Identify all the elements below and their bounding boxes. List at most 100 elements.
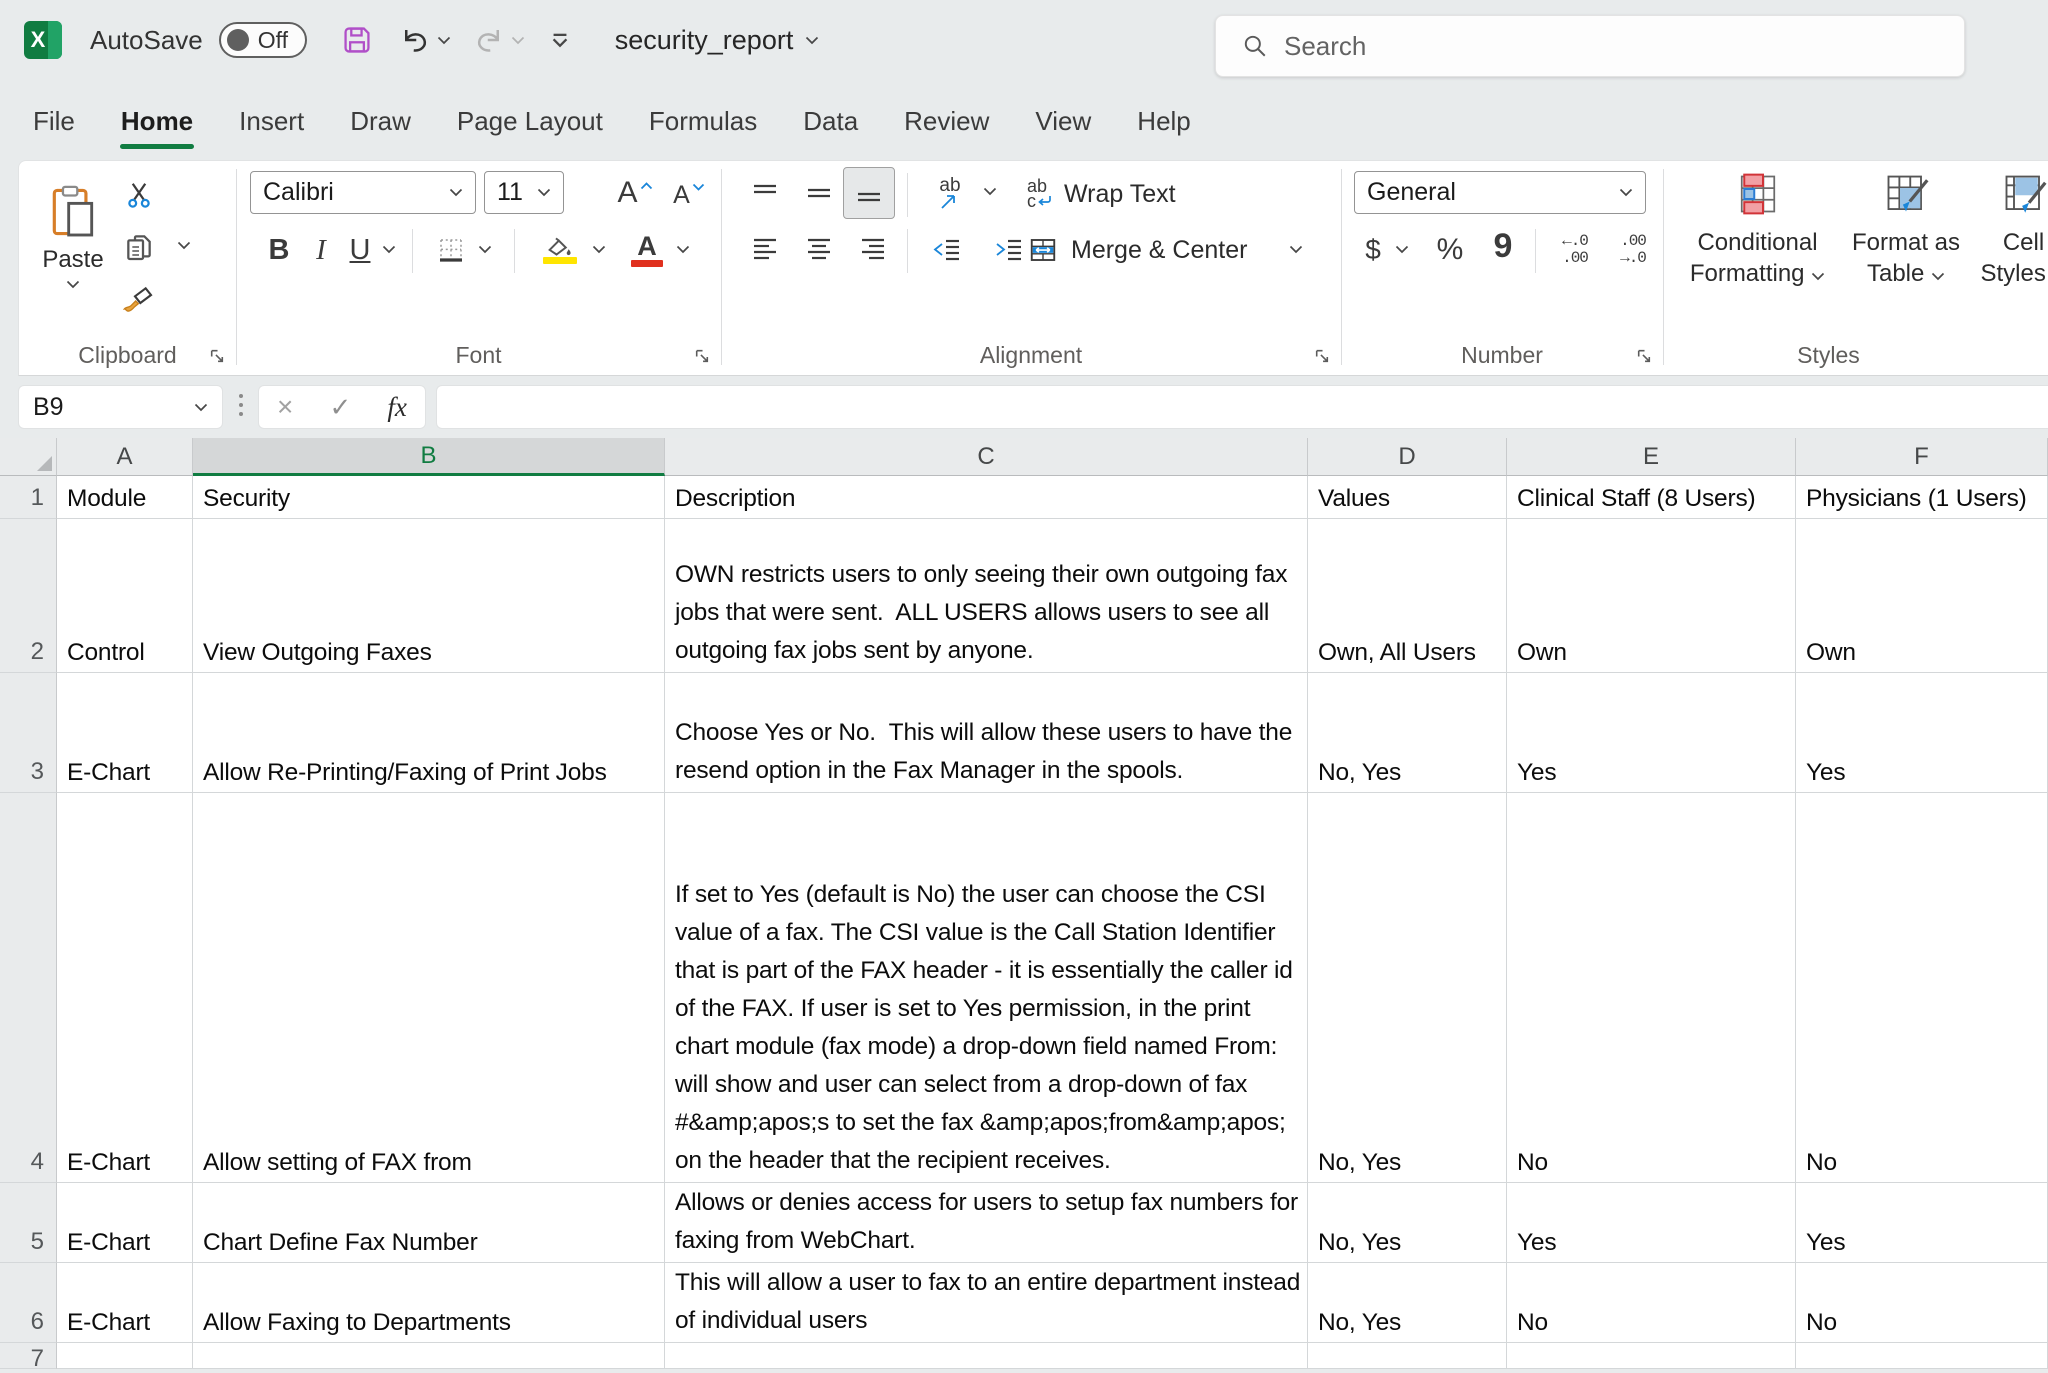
row-header-4[interactable]: 4	[0, 793, 57, 1183]
document-title[interactable]: security_report	[615, 25, 820, 56]
cell-C5[interactable]: Allows or denies access for users to set…	[665, 1183, 1308, 1263]
enter-icon[interactable]: ✓	[330, 392, 352, 423]
save-button[interactable]	[341, 24, 373, 56]
cell-A6[interactable]: E-Chart	[57, 1263, 193, 1343]
shrink-font-button[interactable]: A	[664, 173, 714, 217]
copy-button[interactable]	[117, 225, 161, 269]
fill-color-dropdown-chevron[interactable]	[592, 245, 606, 254]
cell-B6[interactable]: Allow Faxing to Departments	[193, 1263, 665, 1343]
select-all-corner[interactable]	[0, 438, 57, 476]
number-format-select[interactable]: General	[1354, 171, 1646, 214]
row-header-5[interactable]: 5	[0, 1183, 57, 1263]
cell-A2[interactable]: Control	[57, 519, 193, 673]
borders-button[interactable]	[428, 227, 474, 273]
cell-C3[interactable]: Choose Yes or No. This will allow these …	[665, 673, 1308, 793]
borders-dropdown-chevron[interactable]	[478, 245, 492, 254]
format-as-table-button[interactable]: Format as Table	[1841, 169, 1971, 289]
column-header-f[interactable]: F	[1796, 438, 2048, 476]
cell-E3[interactable]: Yes	[1507, 673, 1796, 793]
column-header-b[interactable]: B	[193, 438, 665, 476]
format-painter-button[interactable]	[117, 277, 161, 321]
cell-A3[interactable]: E-Chart	[57, 673, 193, 793]
cell-C4[interactable]: If set to Yes (default is No) the user c…	[665, 793, 1308, 1183]
bold-button[interactable]: B	[258, 227, 300, 273]
cell-E1[interactable]: Clinical Staff (8 Users)	[1507, 476, 1796, 519]
font-size-select[interactable]: 11	[484, 171, 564, 214]
font-color-button[interactable]: A	[624, 225, 670, 273]
cell-E6[interactable]: No	[1507, 1263, 1796, 1343]
merge-center-button[interactable]: Merge & Center	[1027, 227, 1277, 273]
column-header-c[interactable]: C	[665, 438, 1308, 476]
cell-C7[interactable]	[665, 1343, 1308, 1369]
customize-quick-access-button[interactable]	[551, 32, 569, 48]
cell-C6[interactable]: This will allow a user to fax to an enti…	[665, 1263, 1308, 1343]
tab-insert[interactable]: Insert	[216, 89, 327, 153]
copy-dropdown-chevron[interactable]	[177, 241, 191, 250]
bottom-align-button[interactable]	[843, 167, 895, 219]
increase-decimal-button[interactable]: ←.0 .00	[1547, 227, 1603, 273]
cell-D6[interactable]: No, Yes	[1308, 1263, 1507, 1343]
align-right-button[interactable]	[849, 227, 897, 273]
cell-A4[interactable]: E-Chart	[57, 793, 193, 1183]
underline-dropdown-chevron[interactable]	[382, 245, 396, 254]
cell-E7[interactable]	[1507, 1343, 1796, 1369]
tab-home[interactable]: Home	[98, 89, 216, 153]
cell-styles-button[interactable]: Cell Styles	[1971, 169, 2048, 289]
tab-help[interactable]: Help	[1114, 89, 1213, 153]
formula-input[interactable]	[436, 385, 2048, 429]
middle-align-button[interactable]	[795, 171, 843, 217]
column-header-d[interactable]: D	[1308, 438, 1507, 476]
cell-B5[interactable]: Chart Define Fax Number	[193, 1183, 665, 1263]
cell-C2[interactable]: OWN restricts users to only seeing their…	[665, 519, 1308, 673]
font-dialog-launcher[interactable]	[693, 347, 711, 365]
column-header-e[interactable]: E	[1507, 438, 1796, 476]
cancel-icon[interactable]: ×	[277, 391, 293, 423]
column-header-a[interactable]: A	[57, 438, 193, 476]
tab-view[interactable]: View	[1012, 89, 1114, 153]
row-header-2[interactable]: 2	[0, 519, 57, 673]
insert-function-icon[interactable]: fx	[387, 392, 407, 423]
orientation-dropdown-chevron[interactable]	[983, 187, 997, 196]
undo-button[interactable]	[399, 25, 451, 55]
conditional-formatting-button[interactable]: Conditional Formatting	[1680, 169, 1835, 289]
cell-D3[interactable]: No, Yes	[1308, 673, 1507, 793]
cell-D7[interactable]	[1308, 1343, 1507, 1369]
orientation-button[interactable]: ab	[921, 171, 979, 217]
name-box[interactable]: B9	[18, 385, 223, 429]
tab-formulas[interactable]: Formulas	[626, 89, 780, 153]
underline-button[interactable]: U	[340, 227, 380, 273]
cell-A1[interactable]: Module	[57, 476, 193, 519]
cell-F4[interactable]: No	[1796, 793, 2048, 1183]
cell-B1[interactable]: Security	[193, 476, 665, 519]
cell-D2[interactable]: Own, All Users	[1308, 519, 1507, 673]
cell-B4[interactable]: Allow setting of FAX from	[193, 793, 665, 1183]
redo-button[interactable]	[473, 25, 525, 55]
excel-logo-icon[interactable]: X	[24, 21, 62, 59]
font-name-select[interactable]: Calibri	[250, 171, 476, 214]
row-header-3[interactable]: 3	[0, 673, 57, 793]
cell-E5[interactable]: Yes	[1507, 1183, 1796, 1263]
percent-style-button[interactable]: %	[1427, 227, 1473, 273]
tab-data[interactable]: Data	[780, 89, 881, 153]
search-input[interactable]	[1284, 31, 1904, 62]
cell-F7[interactable]	[1796, 1343, 2048, 1369]
clipboard-dialog-launcher[interactable]	[208, 347, 226, 365]
formula-bar-grip[interactable]	[239, 394, 243, 416]
cell-A7[interactable]	[57, 1343, 193, 1369]
cell-C1[interactable]: Description	[665, 476, 1308, 519]
merge-center-dropdown-chevron[interactable]	[1289, 245, 1303, 254]
autosave-toggle[interactable]: Off	[219, 22, 307, 58]
cell-F2[interactable]: Own	[1796, 519, 2048, 673]
cell-B3[interactable]: Allow Re-Printing/Faxing of Print Jobs	[193, 673, 665, 793]
alignment-dialog-launcher[interactable]	[1313, 347, 1331, 365]
decrease-indent-button[interactable]	[921, 227, 973, 273]
row-header-1[interactable]: 1	[0, 476, 57, 519]
cell-E4[interactable]: No	[1507, 793, 1796, 1183]
cell-F1[interactable]: Physicians (1 Users)	[1796, 476, 2048, 519]
cell-B7[interactable]	[193, 1343, 665, 1369]
cell-D5[interactable]: No, Yes	[1308, 1183, 1507, 1263]
row-header-6[interactable]: 6	[0, 1263, 57, 1343]
italic-button[interactable]: I	[300, 227, 342, 273]
font-color-dropdown-chevron[interactable]	[676, 245, 690, 254]
cell-A5[interactable]: E-Chart	[57, 1183, 193, 1263]
